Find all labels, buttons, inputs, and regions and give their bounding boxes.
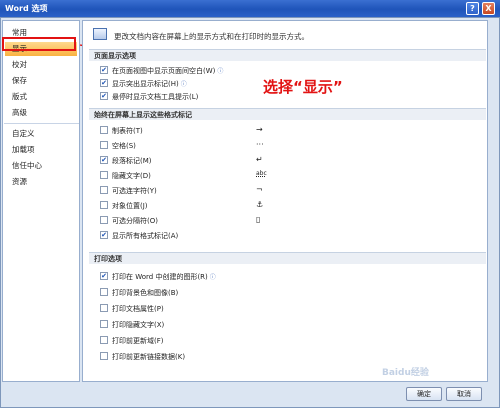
option-label: 显示所有格式标记(A) <box>112 232 179 240</box>
checkbox-paragraph-marks[interactable]: ✔ <box>100 156 108 164</box>
option-label: 打印前更新域(F) <box>112 337 164 345</box>
ok-button[interactable]: 确定 <box>406 387 442 401</box>
option-label: 段落标记(M) <box>112 157 152 165</box>
tab-mark-icon: → <box>256 125 263 134</box>
checkbox-optional-breaks[interactable] <box>100 216 108 224</box>
content-panel: 更改文档内容在屏幕上的显示方式和在打印时的显示方式。 页面显示选项 ✔ 在页面视… <box>82 20 488 382</box>
space-mark-icon: ··· <box>256 140 264 149</box>
option-row[interactable]: 对象位置(J) ⚓ <box>100 199 460 211</box>
section-title: 打印选项 <box>94 255 122 263</box>
checkbox-show-all-marks[interactable]: ✔ <box>100 231 108 239</box>
checkbox-object-anchors[interactable] <box>100 201 108 209</box>
option-row[interactable]: 打印前更新域(F) <box>100 334 460 346</box>
option-label: 打印前更新链接数据(K) <box>112 353 186 361</box>
checkbox-show-whitespace[interactable]: ✔ <box>100 66 108 74</box>
section-title: 页面显示选项 <box>94 52 136 60</box>
option-row[interactable]: 可选分隔符(O) ▯ <box>100 214 460 226</box>
break-mark-icon: ▯ <box>256 215 261 224</box>
hyphen-mark-icon: ¬ <box>256 185 263 194</box>
checkbox-hidden-text[interactable] <box>100 171 108 179</box>
checkbox-print-background[interactable] <box>100 288 108 296</box>
option-row[interactable]: ✔ 段落标记(M) ↵ <box>100 154 460 166</box>
checkbox-update-fields[interactable] <box>100 336 108 344</box>
option-row[interactable]: 打印隐藏文字(X) <box>100 318 460 330</box>
display-settings-icon <box>93 28 107 40</box>
hidden-text-mark-icon: abc <box>256 170 267 177</box>
info-icon: ⓘ <box>217 68 224 75</box>
section-print-options: 打印选项 <box>89 252 486 264</box>
info-icon: ⓘ <box>180 81 187 88</box>
option-label: 打印在 Word 中创建的图形(R) ⓘ <box>112 273 216 281</box>
option-row[interactable]: 打印文档属性(P) <box>100 302 460 314</box>
option-label: 空格(S) <box>112 142 136 150</box>
section-title: 始终在屏幕上显示这些格式标记 <box>94 111 192 119</box>
option-label: 可选连字符(Y) <box>112 187 157 195</box>
option-label: 打印隐藏文字(X) <box>112 321 165 329</box>
option-row[interactable]: ✔ 打印在 Word 中创建的图形(R) ⓘ <box>100 270 460 282</box>
option-label: 悬停时显示文档工具提示(L) <box>112 93 199 101</box>
option-label: 打印文档属性(P) <box>112 305 164 313</box>
paragraph-mark-icon: ↵ <box>256 155 263 164</box>
option-row[interactable]: ✔ 在页面视图中显示页面间空白(W) ⓘ <box>100 64 460 76</box>
checkbox-optional-hyphens[interactable] <box>100 186 108 194</box>
annotation-label: 选择“显示” <box>263 78 343 96</box>
option-label: 可选分隔符(O) <box>112 217 158 225</box>
section-formatting-marks: 始终在屏幕上显示这些格式标记 <box>89 108 486 120</box>
checkbox-show-tooltips[interactable]: ✔ <box>100 92 108 100</box>
checkbox-spaces[interactable] <box>100 141 108 149</box>
option-label: 在页面视图中显示页面间空白(W) ⓘ <box>112 67 224 75</box>
panel-description: 更改文档内容在屏幕上的显示方式和在打印时的显示方式。 <box>114 32 309 41</box>
anchor-icon: ⚓ <box>256 200 264 209</box>
checkbox-print-properties[interactable] <box>100 304 108 312</box>
option-label: 对象位置(J) <box>112 202 148 210</box>
option-label: 打印背景色和图像(B) <box>112 289 179 297</box>
option-row[interactable]: 打印前更新链接数据(K) <box>100 350 460 362</box>
checkbox-show-highlighter[interactable]: ✔ <box>100 79 108 87</box>
option-row[interactable]: 打印背景色和图像(B) <box>100 286 460 298</box>
section-page-display: 页面显示选项 <box>89 49 486 61</box>
option-row[interactable]: 可选连字符(Y) ¬ <box>100 184 460 196</box>
watermark: Baidu经验 <box>382 368 429 378</box>
cancel-button[interactable]: 取消 <box>446 387 482 401</box>
option-label: 显示突出显示标记(H) ⓘ <box>112 80 187 88</box>
option-row[interactable]: 隐藏文字(D) abc <box>100 169 460 181</box>
option-row[interactable]: ✔ 显示所有格式标记(A) <box>100 229 460 241</box>
option-label: 隐藏文字(D) <box>112 172 151 180</box>
option-row[interactable]: 空格(S) ··· <box>100 139 460 151</box>
info-icon: ⓘ <box>209 274 216 281</box>
checkbox-tab-characters[interactable] <box>100 126 108 134</box>
option-label: 制表符(T) <box>112 127 143 135</box>
checkbox-print-hidden-text[interactable] <box>100 320 108 328</box>
option-row[interactable]: 制表符(T) → <box>100 124 460 136</box>
checkbox-update-links[interactable] <box>100 352 108 360</box>
checkbox-print-drawings[interactable]: ✔ <box>100 272 108 280</box>
